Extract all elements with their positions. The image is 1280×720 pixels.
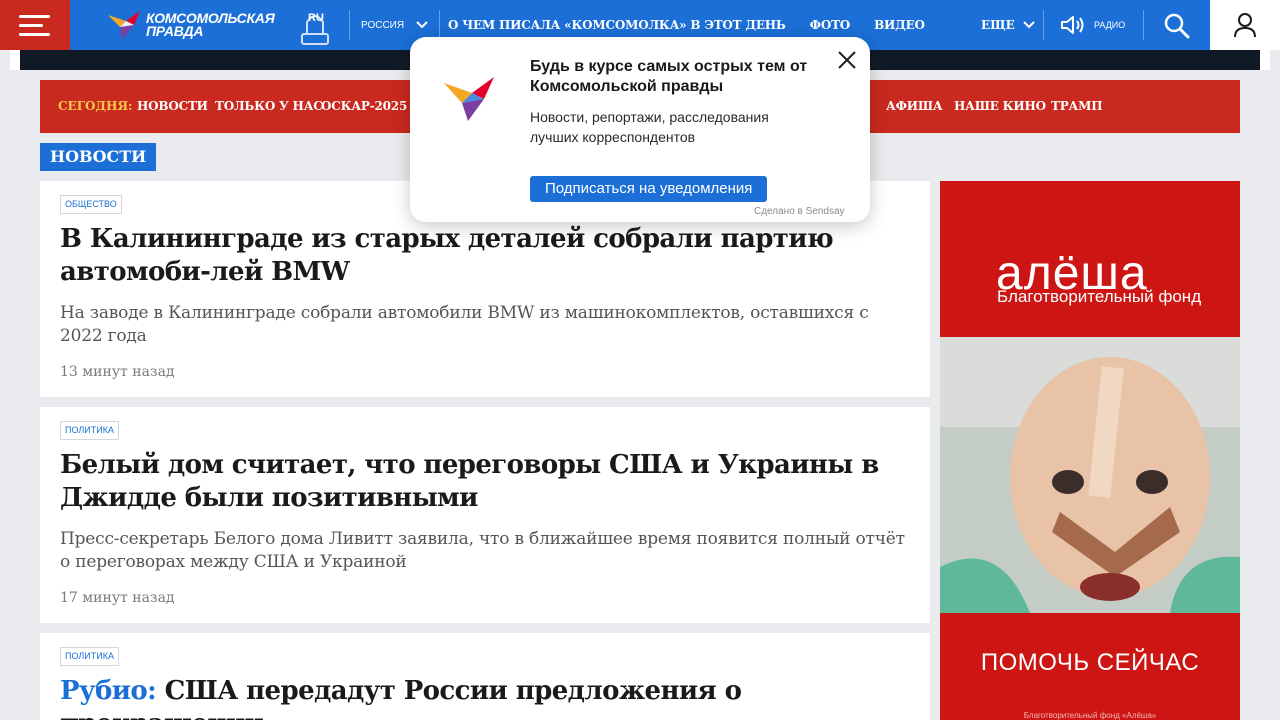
topic-oscar[interactable]: ОСКАР-2025 — [321, 80, 407, 133]
subscribe-notifications-button[interactable]: Подписаться на уведомления — [530, 176, 768, 202]
topic-afisha[interactable]: АФИША — [886, 80, 943, 133]
push-subscribe-popup: Будь в курсе самых острых тем от Комсомо… — [410, 37, 870, 222]
nav-photo[interactable]: ФОТО — [810, 18, 851, 32]
logo-wordmark: КОМСОМОЛЬСКАЯ ПРАВДА — [146, 11, 275, 39]
chevron-down-icon — [1023, 21, 1035, 29]
chevron-down-icon — [416, 21, 428, 29]
ad-brand-subtitle: Благотворительный фонд — [997, 287, 1202, 306]
more-label: ЕЩЕ — [981, 18, 1015, 32]
radio-label: РАДИО — [1094, 20, 1126, 30]
rubric-tag[interactable]: ОБЩЕСТВО — [60, 195, 122, 214]
popup-title: Будь в курсе самых острых тем от Комсомо… — [530, 58, 808, 95]
news-time: 17 минут назад — [60, 590, 175, 606]
header-divider — [1043, 10, 1044, 40]
charity-ad-banner[interactable]: алёша Благотворительный фонд ПОМОЧЬ СЕЙЧ… — [940, 181, 1240, 720]
menu-icon-line — [19, 32, 50, 36]
topic-exclusive[interactable]: ТОЛЬКО У НАС — [215, 80, 323, 133]
news-title[interactable]: Белый дом считает, что переговоры США и … — [60, 449, 910, 515]
search-icon[interactable] — [1163, 12, 1191, 40]
section-title[interactable]: НОВОСТИ — [40, 143, 157, 171]
news-card[interactable]: ПОЛИТИКА Белый дом считает, что перегово… — [40, 407, 930, 623]
rubric-tag[interactable]: ПОЛИТИКА — [60, 421, 119, 440]
news-title-text: США передадут России предложения о прекр… — [60, 676, 742, 720]
nav-this-day[interactable]: О ЧЕМ ПИСАЛА «КОМСОМОЛКА» В ЭТОТ ДЕНЬ — [448, 18, 786, 32]
menu-icon — [19, 14, 50, 18]
speaker-icon — [1061, 16, 1084, 34]
bird-logo-icon — [108, 11, 140, 39]
today-label: СЕГОДНЯ: — [58, 99, 133, 113]
ad-footer-text: Благотворительный фонд «Алёша» — [1023, 711, 1157, 720]
news-lead: На заводе в Калининграде собрали автомоб… — [60, 303, 869, 346]
more-menu-button[interactable]: ЕЩЕ — [981, 0, 1035, 50]
topic-news[interactable]: НОВОСТИ — [137, 80, 208, 133]
ru-badge-icon: RU — [301, 12, 329, 45]
region-selector[interactable]: РОССИЯ — [349, 10, 441, 40]
ad-donate-button[interactable]: ПОМОЧЬ СЕЙЧАС — [940, 649, 1240, 677]
radio-button[interactable]: РАДИО — [1060, 0, 1125, 50]
news-time: 13 минут назад — [60, 364, 175, 380]
region-label: РОССИЯ — [361, 19, 405, 31]
user-account-button[interactable] — [1210, 0, 1280, 50]
news-title[interactable]: В Калининграде из старых деталей собрали… — [60, 223, 910, 289]
popup-credit[interactable]: Сделано в Sendsay — [754, 206, 845, 217]
news-title[interactable]: Рубио: США передадут России предложения … — [60, 675, 910, 720]
menu-button[interactable] — [0, 0, 70, 50]
news-title-accent: Рубио: — [60, 676, 157, 706]
close-icon[interactable] — [837, 50, 857, 70]
ad-baby-photo — [940, 337, 1240, 613]
nav-video[interactable]: ВИДЕО — [874, 18, 925, 32]
popup-description: Новости, репортажи, расследования лучших… — [530, 109, 769, 145]
news-lead: Пресс-секретарь Белого дома Ливитт заяви… — [60, 529, 905, 572]
ru-badge-text: RU — [308, 12, 324, 24]
topic-our-cinema[interactable]: НАШЕ КИНО — [954, 80, 1046, 133]
news-card[interactable]: ПОЛИТИКА Рубио: США передадут России пре… — [40, 633, 930, 720]
rubric-tag[interactable]: ПОЛИТИКА — [60, 647, 119, 666]
header-divider — [1143, 10, 1144, 40]
menu-icon-line — [19, 23, 43, 27]
logo-line-2: ПРАВДА — [146, 23, 204, 39]
site-logo[interactable]: КОМСОМОЛЬСКАЯ ПРАВДА — [106, 4, 275, 46]
user-icon — [1234, 13, 1256, 38]
bird-logo-icon — [444, 77, 494, 121]
topic-trump[interactable]: ТРАМП — [1051, 80, 1103, 133]
